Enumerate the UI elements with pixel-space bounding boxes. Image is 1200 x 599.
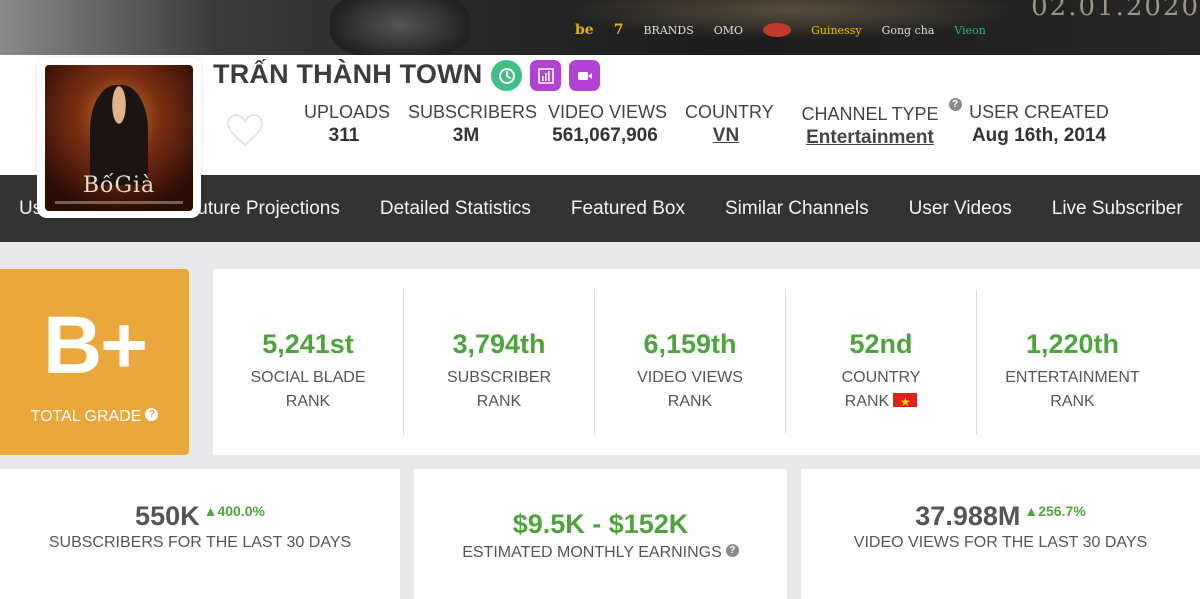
card-caption: VIDEO VIEWS FOR THE LAST 30 DAYS	[853, 534, 1148, 551]
sponsor-logo: 7	[613, 22, 624, 38]
nav-item-live-subscriber[interactable]: Live Subscriber	[1033, 198, 1200, 220]
banner-figure	[330, 0, 470, 55]
nav-item-detailed-statistics[interactable]: Detailed Statistics	[361, 198, 552, 220]
stat-channel-type: CHANNEL TYPE? Entertainment	[790, 98, 962, 149]
rank-subscriber: 3,794th SUBSCRIBER RANK	[404, 289, 595, 435]
avatar-credits	[55, 201, 183, 204]
stat-label: COUNTRY	[685, 102, 774, 122]
nav-item-user-videos[interactable]: User Videos	[890, 198, 1033, 220]
rank-label: VIDEO VIEWS	[637, 369, 743, 386]
vietnam-flag-icon	[893, 390, 918, 414]
card-value: 550K	[135, 501, 200, 531]
stat-value: 561,067,906	[552, 125, 658, 146]
page: be 7 BRANDS OMO Guinessy Gong cha Vieon …	[0, 0, 1200, 599]
channel-badges	[491, 60, 600, 91]
rank-value: 6,159th	[643, 329, 737, 359]
help-icon[interactable]: ?	[145, 408, 159, 421]
card-delta: ▲400.0%	[203, 503, 265, 519]
avatar[interactable]: BốGià	[37, 57, 201, 218]
banner-sponsors: be 7 BRANDS OMO Guinessy Gong cha Vieon	[575, 22, 986, 38]
stat-label: UPLOADS	[304, 102, 391, 122]
card-estimated-earnings: $9.5K - $152K ESTIMATED MONTHLY EARNINGS…	[414, 469, 787, 599]
avatar-image: BốGià	[45, 65, 193, 211]
stat-value: 3M	[452, 125, 480, 146]
clock-icon[interactable]	[491, 60, 522, 91]
rank-label: ENTERTAINMENT	[1005, 369, 1140, 386]
stat-value: 311	[328, 125, 360, 146]
grade-label-row: TOTAL GRADE?	[0, 408, 189, 426]
rank-label: RANK	[844, 393, 890, 410]
country-link[interactable]: VN	[685, 125, 767, 147]
avatar-title: BốGià	[82, 173, 156, 198]
rank-video-views: 6,159th VIDEO VIEWS RANK	[595, 289, 786, 435]
heart-icon[interactable]	[225, 112, 265, 148]
stat-label: USER CREATED	[969, 102, 1109, 122]
stat-label: VIDEO VIEWS	[548, 102, 668, 122]
sponsor-logo: Guinessy	[811, 23, 862, 37]
stat-video-views: VIDEO VIEWS 561,067,906	[548, 102, 668, 147]
rank-social-blade: 5,241st SOCIAL BLADE RANK	[213, 289, 404, 435]
rank-label: RANK	[667, 393, 713, 410]
bar-chart-icon[interactable]	[530, 60, 561, 91]
stat-label: CHANNEL TYPE	[801, 104, 939, 124]
card-delta: ▲256.7%	[1024, 503, 1086, 519]
stat-user-created: USER CREATED Aug 16th, 2014	[966, 102, 1112, 147]
card-caption: ESTIMATED MONTHLY EARNINGS	[462, 544, 722, 561]
card-video-views-30-days: 37.988M ▲256.7% VIDEO VIEWS FOR THE LAST …	[801, 469, 1200, 599]
card-caption: SUBSCRIBERS FOR THE LAST 30 DAYS	[48, 534, 352, 551]
stat-value: Aug 16th, 2014	[971, 125, 1107, 146]
rank-country: 52nd COUNTRY RANK	[786, 289, 977, 435]
rank-value: 1,220th	[1025, 329, 1120, 359]
sponsor-logo: be	[575, 22, 594, 38]
rank-label-row: RANK	[786, 390, 976, 414]
help-icon[interactable]: ?	[725, 544, 739, 557]
rank-value: 3,794th	[452, 329, 546, 359]
ranks-panel: 5,241st SOCIAL BLADE RANK 3,794th SUBSCR…	[213, 269, 1200, 455]
channel-header: BốGià TRẤN THÀNH TOWN UPLOADS 311 SUBSCR…	[0, 55, 1200, 218]
rank-label: COUNTRY	[841, 369, 921, 386]
card-delta-value: 256.7%	[1038, 503, 1086, 519]
stat-uploads: UPLOADS 311	[304, 102, 391, 147]
sponsor-logo: Vieon	[954, 23, 986, 37]
card-delta-value: 400.0%	[217, 503, 265, 519]
rank-label: SOCIAL BLADE	[250, 369, 366, 386]
stat-country: COUNTRY VN	[685, 102, 774, 147]
rank-value: 52nd	[849, 329, 913, 359]
video-camera-icon[interactable]	[569, 60, 600, 91]
card-caption-row: ESTIMATED MONTHLY EARNINGS?	[414, 544, 787, 562]
nav-item-similar-channels[interactable]: Similar Channels	[706, 198, 890, 220]
banner-date: 02.01.2020	[1031, 0, 1200, 22]
card-subscribers-30-days: 550K ▲400.0% SUBSCRIBERS FOR THE LAST 30 …	[0, 469, 400, 599]
card-value: 37.988M	[915, 501, 1021, 531]
rank-label: RANK	[285, 393, 331, 410]
grade-letter: B+	[42, 300, 148, 391]
stat-subscribers: SUBSCRIBERS 3M	[408, 102, 538, 147]
sponsor-logo	[763, 23, 792, 37]
help-icon[interactable]: ?	[948, 98, 962, 111]
sponsor-logo: OMO	[713, 23, 744, 37]
stat-label: SUBSCRIBERS	[408, 102, 538, 122]
avatar-portrait	[90, 85, 148, 185]
sponsor-logo: Gong cha	[881, 23, 935, 37]
nav-item-featured-box[interactable]: Featured Box	[552, 198, 706, 220]
sponsor-logo: BRANDS	[643, 23, 694, 37]
rank-label: SUBSCRIBER	[446, 369, 552, 386]
rank-value: 5,241st	[262, 329, 354, 359]
channel-name: TRẤN THÀNH TOWN	[213, 59, 483, 89]
total-grade-box: B+ TOTAL GRADE?	[0, 269, 189, 455]
grade-label: TOTAL GRADE	[30, 408, 142, 425]
rank-entertainment: 1,220th ENTERTAINMENT RANK	[977, 289, 1168, 435]
rank-label: RANK	[476, 393, 522, 410]
card-value: $9.5K - $152K	[512, 509, 689, 539]
channel-banner: be 7 BRANDS OMO Guinessy Gong cha Vieon …	[0, 0, 1200, 55]
rank-label: RANK	[1050, 393, 1095, 410]
channel-type-link[interactable]: Entertainment	[790, 127, 950, 149]
stat-label-row: CHANNEL TYPE?	[790, 98, 962, 125]
